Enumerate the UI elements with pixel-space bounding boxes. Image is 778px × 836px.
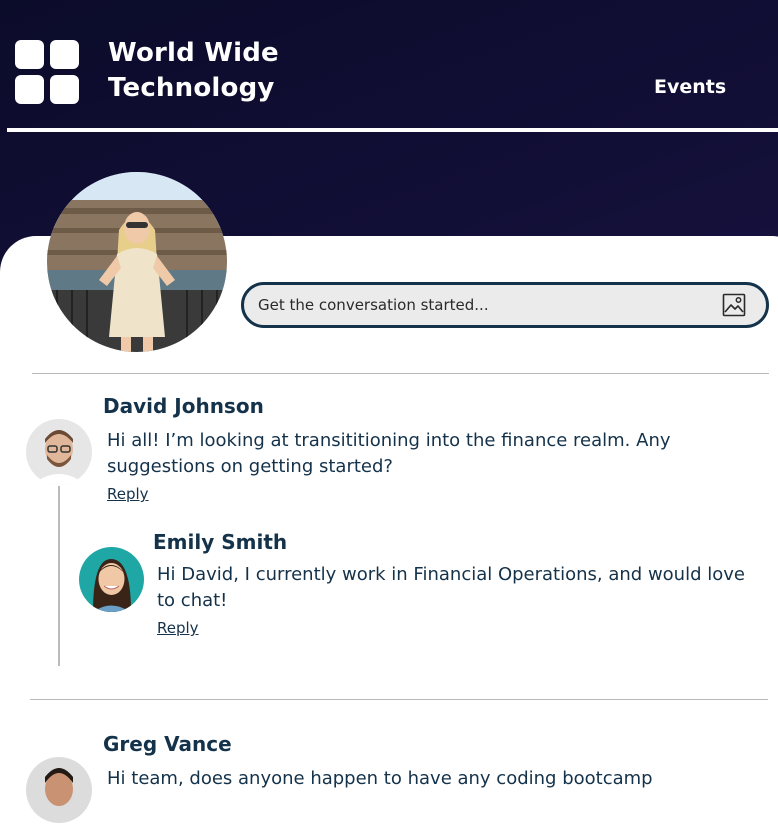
brand-name[interactable]: World Wide Technology (108, 36, 279, 106)
image-upload-icon[interactable] (722, 293, 746, 317)
comment-text: Hi all! I’m looking at transititioning i… (107, 430, 671, 477)
feed-divider (30, 699, 768, 700)
brand-line-2: Technology (108, 73, 275, 103)
brand-line-1: World Wide (108, 38, 279, 68)
reply-avatar[interactable] (79, 547, 144, 612)
reply-link[interactable]: Reply (157, 619, 199, 637)
reply-text: Hi David, I currently work in Financial … (157, 564, 745, 611)
reply-author[interactable]: Emily Smith (153, 530, 287, 554)
user-avatar[interactable] (47, 172, 227, 352)
feed-divider (32, 373, 769, 374)
brand-logo-icon[interactable] (15, 40, 81, 106)
comment-text: Hi team, does anyone happen to have any … (107, 768, 653, 789)
nav-events-link[interactable]: Events (654, 76, 726, 98)
header-divider (7, 128, 778, 132)
thread-line (58, 486, 60, 666)
conversation-input[interactable]: Get the conversation started... (241, 282, 769, 328)
comment-author[interactable]: Greg Vance (103, 732, 232, 756)
comment-avatar[interactable] (26, 757, 92, 823)
reply-link[interactable]: Reply (107, 485, 149, 503)
comment-avatar[interactable] (26, 419, 92, 485)
conversation-input-placeholder: Get the conversation started... (258, 296, 489, 314)
comment-author[interactable]: David Johnson (103, 394, 264, 418)
